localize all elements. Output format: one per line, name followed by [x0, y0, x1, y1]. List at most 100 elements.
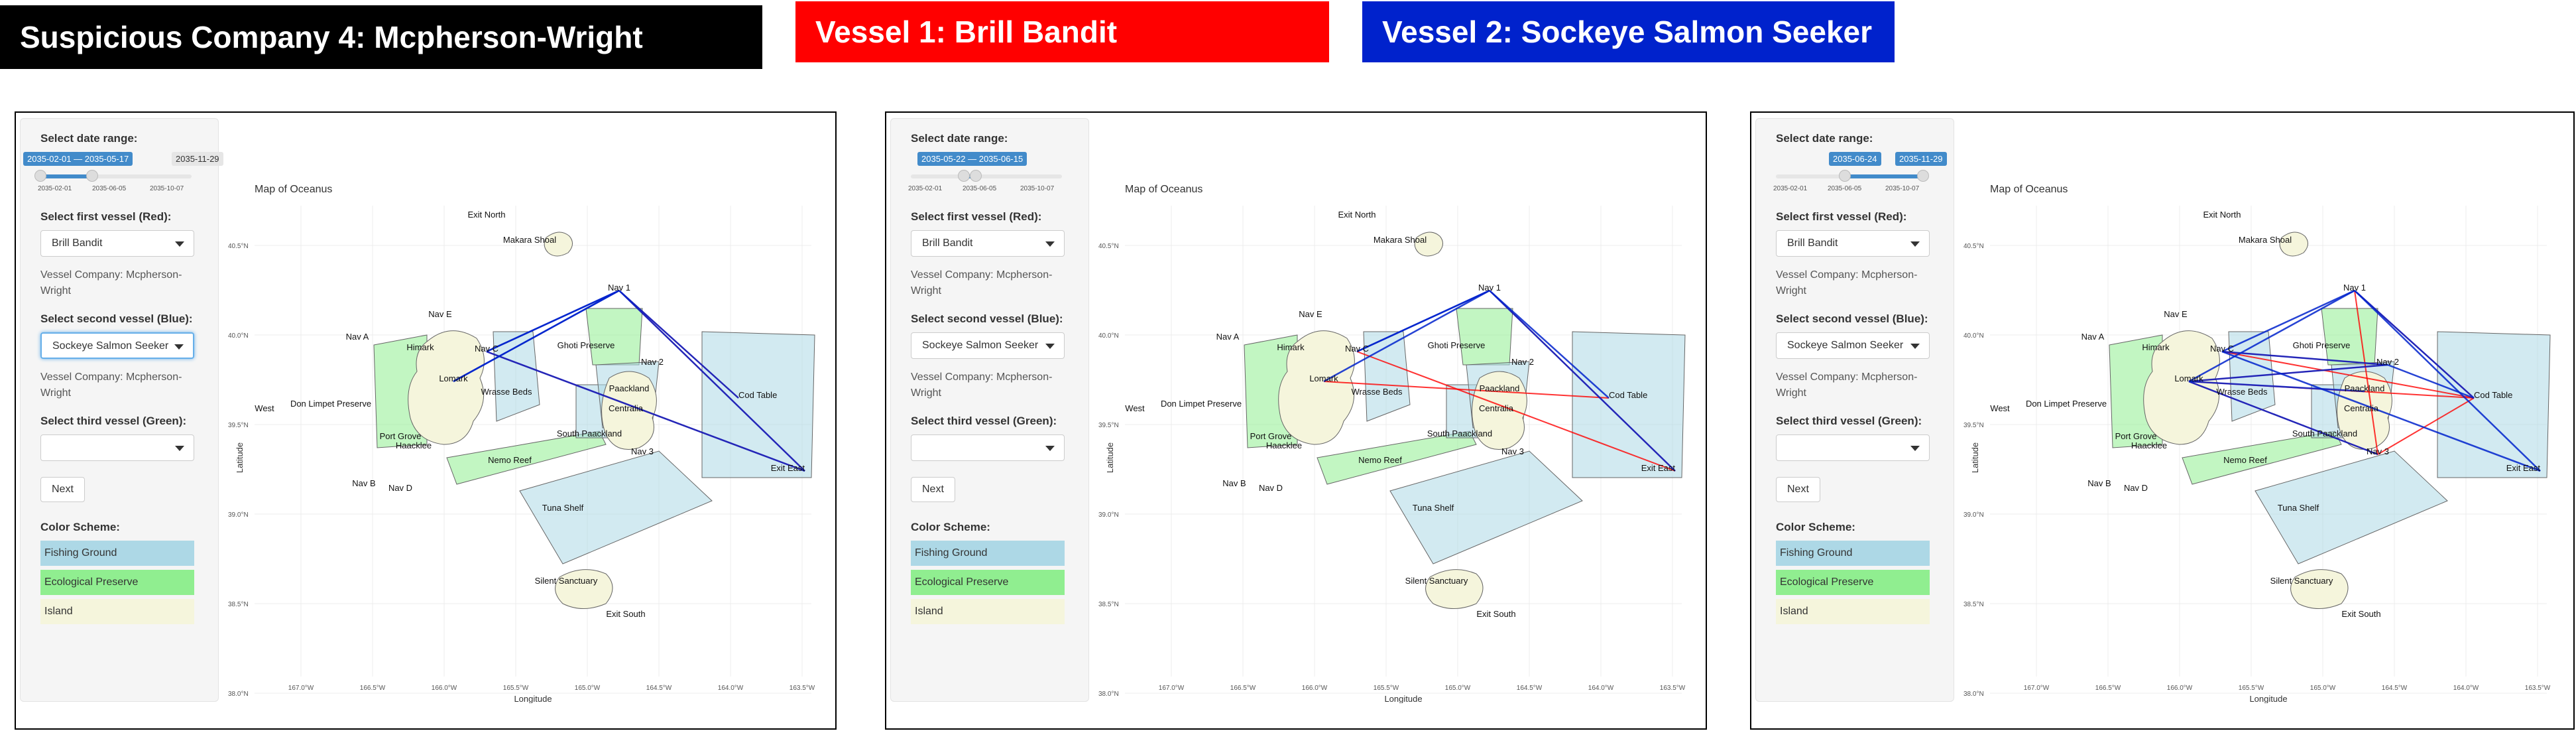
map-of-oceanus[interactable]: 167.0°W 166.5°W 166.0°W 165.5°W 165.0°W 164.5…	[1098, 166, 1688, 704]
third-vessel-label: Select third vessel (Green):	[911, 415, 1057, 427]
map-canvas[interactable]: 167.0°W 166.5°W 166.0°W 165.5°W 165.0°W 164.5…	[1963, 166, 2553, 704]
place-label: Exit South	[606, 609, 645, 619]
slider-handle-end[interactable]	[86, 170, 98, 182]
second-vessel-select[interactable]: Sockeye Salmon Seeker	[40, 332, 194, 359]
place-label: Himark	[1277, 342, 1305, 352]
y-tick-label: 40.5°N	[1963, 243, 1984, 250]
first-vessel-label: Select first vessel (Red):	[1776, 210, 1907, 223]
company-banner: Suspicious Company 4: Mcpherson-Wright	[0, 5, 762, 69]
region-cod-table	[1572, 331, 1686, 478]
place-label: Nav B	[2087, 478, 2111, 488]
x-tick-label: 166.0°W	[2167, 685, 2193, 692]
slider-handle-start[interactable]	[1839, 170, 1851, 182]
slider-tick: 2035-02-01	[38, 185, 72, 192]
date-range-slider[interactable]: 2035-05-22 — 2035-06-15 2035-02-01 2035-…	[908, 152, 1069, 198]
region-cod-table	[2437, 331, 2551, 478]
y-tick-label: 40.5°N	[1098, 243, 1119, 250]
date-range-label: Select date range:	[40, 132, 138, 145]
chevron-down-icon	[1045, 446, 1055, 451]
place-label: Nav D	[388, 483, 412, 493]
x-tick-label: 167.0°W	[1159, 685, 1185, 692]
second-vessel-select[interactable]: Sockeye Salmon Seeker	[1776, 332, 1930, 359]
place-label: Nav D	[2124, 483, 2148, 493]
place-label: Don Limpet Preserve	[290, 399, 371, 409]
second-vessel-select[interactable]: Sockeye Salmon Seeker	[911, 332, 1065, 359]
map-canvas[interactable]: 167.0°W 166.5°W 166.0°W 165.5°W 165.0°W 164.5…	[1098, 166, 1688, 704]
place-label: Centralia	[1479, 403, 1514, 413]
place-label: Silent Sanctuary	[2270, 576, 2333, 586]
x-axis-label: Longitude	[2249, 694, 2287, 703]
place-label: Tuna Shelf	[1413, 503, 1454, 513]
first-vessel-select[interactable]: Brill Bandit	[40, 230, 194, 257]
place-label: West	[1990, 403, 2010, 413]
y-axis-label: Latitude	[1970, 442, 1980, 473]
place-label: Nav 1	[2343, 283, 2366, 293]
place-label: Nav 3	[1501, 446, 1524, 456]
x-tick-label: 164.5°W	[2382, 685, 2408, 692]
place-label: Exit East	[1641, 463, 1676, 473]
vessel1-banner: Vessel 1: Brill Bandit	[795, 1, 1329, 62]
third-vessel-select[interactable]	[40, 434, 194, 461]
chevron-down-icon	[174, 344, 184, 350]
place-label: Nav 1	[1478, 283, 1501, 293]
chevron-down-icon	[1910, 344, 1920, 349]
map-of-oceanus[interactable]: 167.0°W 166.5°W 166.0°W 165.5°W 165.0°W 164.5…	[228, 166, 818, 704]
first-vessel-label: Select first vessel (Red):	[40, 210, 172, 223]
place-label: Nav D	[1259, 483, 1283, 493]
slider-handle-end[interactable]	[1917, 170, 1929, 182]
y-tick-label: 38.0°N	[1963, 691, 1984, 698]
third-vessel-select[interactable]	[1776, 434, 1930, 461]
place-label: Nav B	[1222, 478, 1246, 488]
map-title: Map of Oceanus	[1990, 184, 2068, 195]
region-ghoti-preserve	[585, 308, 643, 366]
first-vessel-select[interactable]: Brill Bandit	[911, 230, 1065, 257]
slider-handle-start[interactable]	[957, 170, 970, 182]
slider-handle-end[interactable]	[969, 170, 982, 182]
legend-fishing-ground: Fishing Ground	[1776, 541, 1930, 566]
place-label: Himark	[406, 342, 434, 352]
map-canvas[interactable]: 167.0°W 166.5°W 166.0°W 165.5°W 165.0°W 164.5…	[228, 166, 818, 704]
map-title: Map of Oceanus	[1125, 184, 1202, 195]
y-tick-label: 38.0°N	[228, 691, 249, 698]
y-tick-label: 39.5°N	[1963, 422, 1984, 429]
slider-tick: 2035-10-07	[1020, 185, 1055, 192]
vessel2-banner: Vessel 2: Sockeye Salmon Seeker	[1362, 1, 1895, 62]
place-label: Nav 3	[2367, 446, 2389, 456]
place-label: Cod Table	[738, 390, 777, 400]
date-max-badge: 2035-11-29	[172, 152, 223, 166]
vessel1-company-text: Vessel Company: Mcpherson-Wright	[911, 269, 1053, 297]
date-range-badge: 2035-05-22 — 2035-06-15	[917, 152, 1027, 166]
place-label: South Paackland	[557, 429, 622, 438]
sidebar: Select date range: 2035-06-24 2035-11-29…	[1755, 118, 1954, 702]
dashboard-panel: Select date range: 2035-05-22 — 2035-06-…	[885, 111, 1707, 730]
place-label: Exit North	[1338, 210, 1376, 220]
legend-island: Island	[911, 599, 1065, 624]
date-range-slider[interactable]: 2035-02-01 — 2035-05-17 2035-11-29 2035-…	[23, 152, 223, 198]
y-tick-label: 40.0°N	[1098, 332, 1119, 340]
third-vessel-select[interactable]	[911, 434, 1065, 461]
map-of-oceanus[interactable]: 167.0°W 166.5°W 166.0°W 165.5°W 165.0°W 164.5…	[1963, 166, 2553, 704]
x-axis-label: Longitude	[514, 694, 552, 703]
place-label: Wrasse Beds	[481, 387, 532, 397]
first-vessel-select[interactable]: Brill Bandit	[1776, 230, 1930, 257]
next-button[interactable]: Next	[40, 477, 85, 502]
place-label: Cod Table	[1609, 390, 1647, 400]
dashboard-panel: Select date range: 2035-06-24 2035-11-29…	[1750, 111, 2575, 730]
next-button[interactable]: Next	[1776, 477, 1820, 502]
next-button[interactable]: Next	[911, 477, 955, 502]
slider-handle-start[interactable]	[34, 170, 46, 182]
slider-track[interactable]	[911, 174, 1062, 178]
date-range-slider[interactable]: 2035-06-24 2035-11-29 2035-02-01 2035-06…	[1773, 152, 1947, 198]
y-tick-label: 38.5°N	[1098, 601, 1119, 608]
second-vessel-label: Select second vessel (Blue):	[40, 312, 193, 325]
place-label: West	[1125, 403, 1145, 413]
place-label: South Paackland	[1427, 429, 1492, 438]
color-scheme-label: Color Scheme:	[40, 521, 120, 533]
place-label: Nav E	[428, 309, 452, 319]
place-label: Port Grove	[2115, 431, 2157, 441]
x-tick-label: 165.0°W	[1445, 685, 1471, 692]
legend-island: Island	[1776, 599, 1930, 624]
chevron-down-icon	[1045, 241, 1055, 247]
place-label: Exit East	[771, 463, 805, 473]
y-tick-label: 40.5°N	[228, 243, 249, 250]
